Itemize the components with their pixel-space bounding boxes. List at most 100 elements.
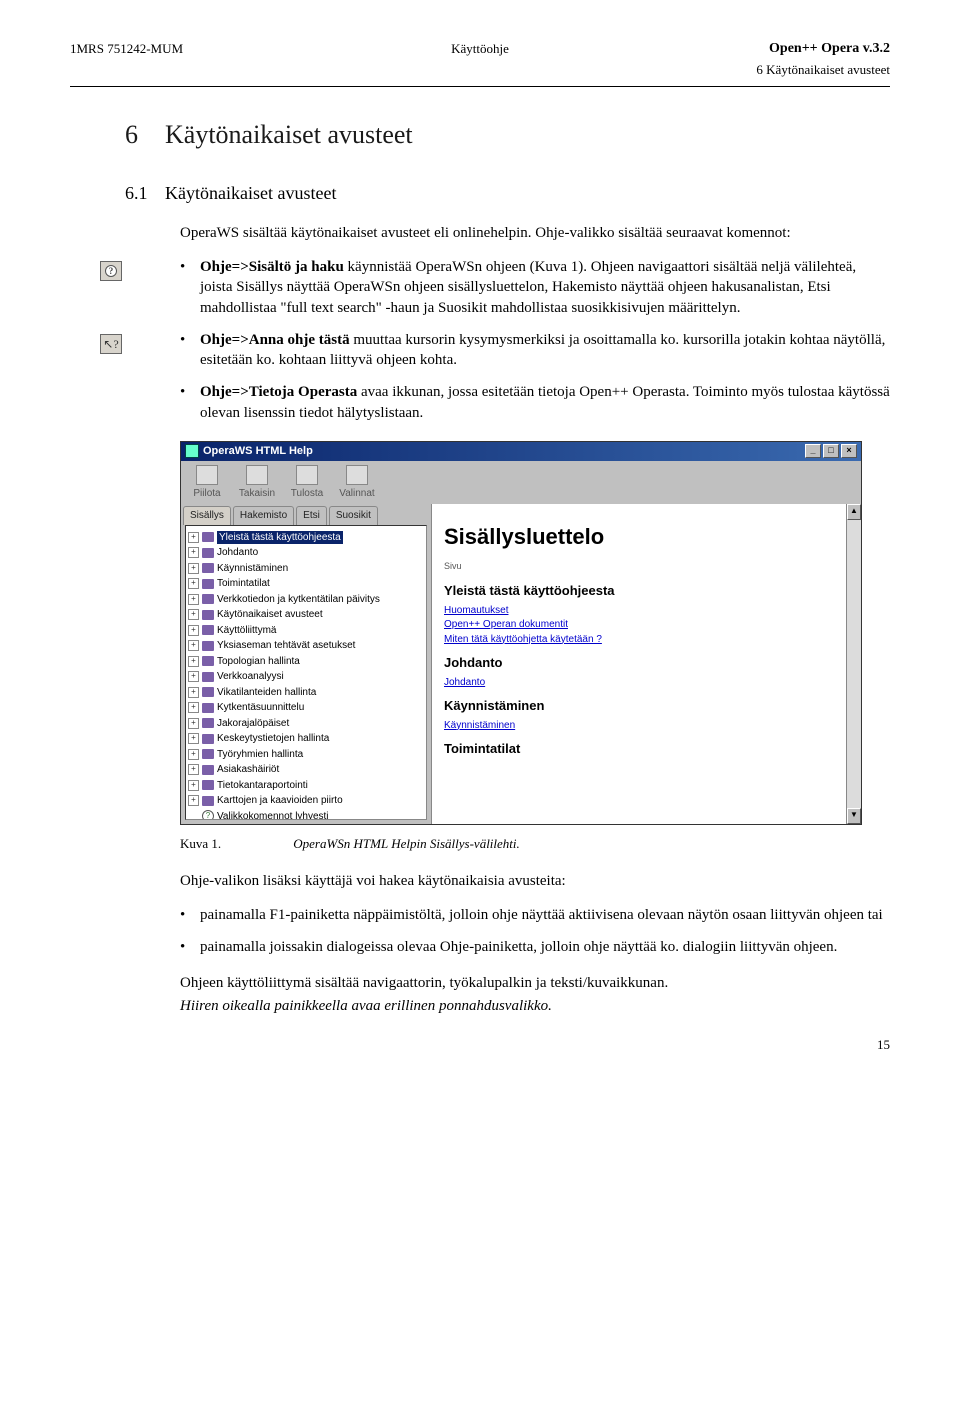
tree-item[interactable]: +Keskeytystietojen hallinta [188,731,424,747]
scroll-track[interactable] [847,520,861,808]
bullet-text: Ohje=>Anna ohje tästä muuttaa kursorin k… [200,330,890,371]
nav-tree[interactable]: +Yleistä tästä käyttöohjeesta+Johdanto+K… [185,525,427,821]
tree-label: Tietokantaraportointi [217,779,308,793]
book-icon [202,579,214,589]
content-link[interactable]: Open++ Operan dokumentit [444,618,834,632]
expand-icon[interactable]: + [188,547,199,558]
page-icon: ? [202,810,214,820]
doc-center: Käyttöohje [343,40,616,59]
tree-item[interactable]: + Topologian hallinta [188,654,424,670]
tree-item[interactable]: +Yksiaseman tehtävät asetukset [188,638,424,654]
figure-help-window: OperaWS HTML Help _ □ × Piilota Takaisin… [180,441,890,825]
tree-item[interactable]: +Asiakashäiriöt [188,762,424,778]
tree-label: Verkkotiedon ja kytkentätilan päivitys [217,593,380,607]
expand-icon[interactable]: + [188,795,199,806]
tool-back[interactable]: Takaisin [233,463,281,503]
after-figure-paragraph: Ohje-valikon lisäksi käyttäjä voi hakea … [180,871,890,891]
titlebar[interactable]: OperaWS HTML Help _ □ × [181,442,861,461]
book-icon [202,796,214,806]
expand-icon[interactable]: + [188,578,199,589]
tree-item[interactable]: ?Valikkokomennot lyhyesti [188,809,424,821]
tree-label: Valikkokomennot lyhyesti [217,810,329,821]
expand-icon[interactable]: + [188,609,199,620]
tree-label: Topologian hallinta [217,655,300,669]
tree-item[interactable]: +Vikatilanteiden hallinta [188,685,424,701]
book-icon [202,563,214,573]
maximize-button[interactable]: □ [823,444,839,458]
close-button[interactable]: × [841,444,857,458]
tree-item[interactable]: +Toimintatilat [188,576,424,592]
h1-number: 6 [125,117,165,152]
expand-icon[interactable]: + [188,532,199,543]
tree-item[interactable]: + Tietokantaraportointi [188,778,424,794]
help-icon: ? [100,261,122,281]
bullet-item: • painamalla F1-painiketta näppäimistölt… [180,905,890,925]
expand-icon[interactable]: + [188,640,199,651]
content-link[interactable]: Johdanto [444,676,834,690]
content-link[interactable]: Huomautukset [444,604,834,618]
expand-icon[interactable]: + [188,749,199,760]
content-h1: Sisällysluettelo [444,522,834,552]
help-window: OperaWS HTML Help _ □ × Piilota Takaisin… [180,441,862,825]
expand-icon[interactable]: + [188,625,199,636]
tool-options[interactable]: Valinnat [333,463,381,503]
expand-icon[interactable]: + [188,656,199,667]
content-sivu: Sivu [444,560,834,572]
book-icon [202,594,214,604]
minimize-button[interactable]: _ [805,444,821,458]
tree-label: Verkkoanalyysi [217,670,284,684]
tab-contents[interactable]: Sisällys [183,506,231,525]
expand-icon[interactable]: + [188,764,199,775]
tree-item[interactable]: +Johdanto [188,545,424,561]
page-number: 15 [70,1036,890,1054]
expand-icon[interactable]: + [188,594,199,605]
tool-print[interactable]: Tulosta [283,463,331,503]
tree-item[interactable]: +Jakorajalöpäiset [188,716,424,732]
book-icon [202,765,214,775]
scroll-down-button[interactable]: ▼ [847,808,861,824]
tree-item[interactable]: + Verkkotiedon ja kytkentätilan päivitys [188,592,424,608]
tree-item[interactable]: +Käynnistäminen [188,561,424,577]
tree-item[interactable]: +Kytkentäsuunnittelu [188,700,424,716]
scroll-up-button[interactable]: ▲ [847,504,861,520]
tree-item[interactable]: +Käytönaikaiset avusteet [188,607,424,623]
tab-index[interactable]: Hakemisto [233,506,294,525]
header-rule [70,86,890,87]
book-icon [202,672,214,682]
product-name: Open++ Opera v.3.2 [617,40,890,59]
content-group-heading: Yleistä tästä käyttöohjeesta [444,582,834,600]
content-link[interactable]: Käynnistäminen [444,719,834,733]
doc-id: 1MRS 751242-MUM [70,40,343,59]
closing-p1: Ohjeen käyttöliittymä sisältää navigaatt… [180,973,890,993]
tab-favorites[interactable]: Suosikit [329,506,378,525]
h1-title: Käytönaikaiset avusteet [165,120,413,149]
figure-text: OperaWSn HTML Helpin Sisällys-välilehti. [293,836,520,851]
tree-item[interactable]: +Käyttöliittymä [188,623,424,639]
content-link[interactable]: Miten tätä käyttöohjetta käytetään ? [444,633,834,647]
nav-tabs: Sisällys Hakemisto Etsi Suosikit [181,504,431,525]
expand-icon[interactable]: + [188,671,199,682]
tree-item[interactable]: + Verkkoanalyysi [188,669,424,685]
expand-icon[interactable]: + [188,702,199,713]
window-title: OperaWS HTML Help [203,444,313,459]
bullet-marker: • [180,257,200,318]
expand-icon[interactable]: + [188,733,199,744]
h2-title: Käytönaikaiset avusteet [165,183,336,203]
expand-icon[interactable]: + [188,718,199,729]
tree-item[interactable]: + Karttojen ja kaavioiden piirto [188,793,424,809]
expand-icon[interactable]: + [188,687,199,698]
tab-search[interactable]: Etsi [296,506,327,525]
expand-icon[interactable]: + [188,780,199,791]
page-header: 1MRS 751242-MUM Käyttöohje Open++ Opera … [70,40,890,59]
tree-item[interactable]: + Työryhmien hallinta [188,747,424,763]
bullet-marker: • [180,937,200,957]
tree-label: Työryhmien hallinta [217,748,303,762]
expand-icon[interactable]: + [188,563,199,574]
tree-item[interactable]: +Yleistä tästä käyttöohjeesta [188,530,424,546]
book-icon [202,548,214,558]
bullet-item: • painamalla joissakin dialogeissa oleva… [180,937,890,957]
tree-label: Karttojen ja kaavioiden piirto [217,794,343,808]
tool-hide[interactable]: Piilota [183,463,231,503]
app-icon [185,444,199,458]
scrollbar[interactable]: ▲ ▼ [846,504,861,824]
